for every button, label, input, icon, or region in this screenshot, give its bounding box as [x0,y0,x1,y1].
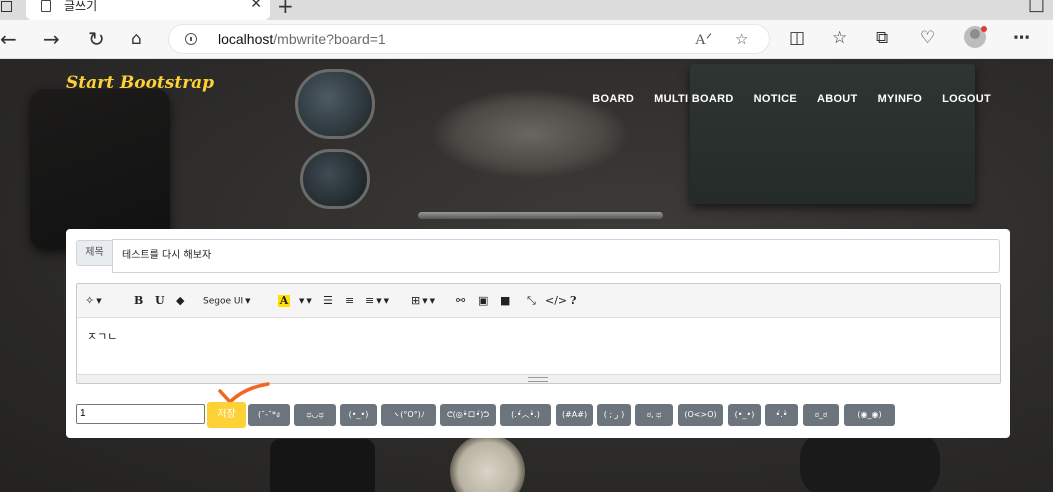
url-text[interactable]: localhost/mbwrite?board=1 [218,31,386,47]
background-watch [450,434,525,492]
background-sunglasses-lens [300,149,370,209]
emoticon-button[interactable]: •́.•̀ [765,404,798,426]
emoticon-button[interactable]: ヽ(°O°)ﾉ [381,404,436,426]
read-aloud-icon[interactable]: Aᐟ [695,30,712,49]
title-input[interactable]: 테스트를 다시 해보자 [112,239,1000,273]
style-icon[interactable]: ✧ ▼ [85,292,102,310]
emoticon-button[interactable]: (•_•) [728,404,761,426]
emoticon-button[interactable]: ಥ◡ಥ [294,404,336,426]
eraser-icon[interactable]: ◆ [176,292,184,310]
split-screen-icon[interactable]: ◫ [789,28,805,48]
window-menu-icon[interactable] [0,0,16,14]
background-pen [418,212,663,219]
collections-icon[interactable]: ⧉ [876,28,888,48]
paragraph-align-icon[interactable]: ≡ ▼ ▼ [365,292,389,310]
more-icon[interactable]: ⋯ [1013,28,1030,48]
code-view-icon[interactable]: </> [545,292,567,310]
favorites-icon[interactable]: ☆ [832,28,847,48]
menu-notice[interactable]: NOTICE [754,93,797,105]
window-close-icon[interactable]: □ [1028,0,1045,15]
browser-tab-bar: 글쓰기 ✕ + □ [0,0,1053,20]
unordered-list-icon[interactable]: ☰ [323,292,333,310]
favorite-icon[interactable]: ☆ [735,30,748,48]
address-bar[interactable]: localhost/mbwrite?board=1 Aᐟ ☆ [168,24,770,54]
menu-board[interactable]: BOARD [592,93,634,105]
background-headphones [800,429,940,492]
editor-toolbar: ✧ ▼ B U ◆ Segoe UI ▼ A ▼ ▼ ☰ ≡ ≡ ▼ ▼ ⊞ ▼ ▼ ⚯ ▣ … [77,284,1000,318]
emoticon-button[interactable]: ᕦ(◎•̀ロ•́)ᕤ [440,404,496,426]
submit-row: 1 저장 (˘-˘*ง ಥ◡ಥ (•_•) ヽ(°O°)ﾉ ᕦ(◎•̀ロ•́)ᕤ… [76,402,1006,428]
back-icon[interactable]: ← [0,27,17,51]
highlight-color-button[interactable]: A [278,292,290,310]
picture-icon[interactable]: ▣ [478,292,488,310]
font-name-select[interactable]: Segoe UI ▼ [203,292,251,310]
fullscreen-icon[interactable]: ⤡ [527,292,536,310]
board-number-input[interactable]: 1 [76,404,205,424]
menu-about[interactable]: ABOUT [817,93,858,105]
title-label: 제목 [76,240,113,266]
site-info-icon[interactable] [185,33,197,45]
emoticon-button[interactable]: (O<>O) [678,404,723,426]
video-icon[interactable]: ■ [500,292,510,310]
emoticon-button[interactable]: (˘-˘*ง [248,404,290,426]
home-icon[interactable]: ⌂ [131,27,142,51]
ordered-list-icon[interactable]: ≡ [345,292,354,310]
profile-notification-dot [981,26,987,32]
link-icon[interactable]: ⚯ [456,292,465,310]
background-wallet [30,89,170,249]
write-form-card: 제목 테스트를 다시 해보자 ✧ ▼ B U ◆ Segoe UI ▼ A ▼ ▼ ☰… [66,229,1010,438]
rich-text-editor: ✧ ▼ B U ◆ Segoe UI ▼ A ▼ ▼ ☰ ≡ ≡ ▼ ▼ ⊞ ▼ ▼ ⚯ ▣ … [76,283,1001,384]
forward-icon[interactable]: → [43,27,60,51]
emoticon-button[interactable]: ( ; ر ) [597,404,631,426]
menu-multi-board[interactable]: MULTI BOARD [654,93,733,105]
emoticon-button[interactable]: (◉_◉) [844,404,895,426]
color-dropdown-icon[interactable]: ▼ ▼ [297,292,312,310]
emoticon-button[interactable]: ಠ, ಥ [635,404,673,426]
help-button[interactable]: ? [570,292,576,310]
new-tab-button[interactable]: + [277,0,294,18]
table-icon[interactable]: ⊞ ▼ ▼ [411,292,435,310]
emoticon-button[interactable]: (.•́︿•̀.) [500,404,551,426]
performance-icon[interactable]: ♡ [920,28,935,48]
emoticon-button[interactable]: (#A#) [556,404,593,426]
background-sunglasses-lens [295,69,375,139]
background-notebook [690,64,975,204]
menu-myinfo[interactable]: MYINFO [878,93,923,105]
close-tab-icon[interactable]: ✕ [250,0,262,12]
title-row: 제목 테스트를 다시 해보자 [76,239,1000,273]
brand-logo[interactable]: Start Bootstrap [66,73,214,93]
menu-logout[interactable]: LOGOUT [942,93,991,105]
bold-button[interactable]: B [134,292,143,310]
save-button[interactable]: 저장 [207,402,246,428]
emoticon-button[interactable]: (•_•) [340,404,377,426]
background-phone [270,439,375,492]
emoticon-button[interactable]: ಠ_ಠ [803,404,839,426]
tab-title: 글쓰기 [64,0,98,13]
browser-tab[interactable]: 글쓰기 ✕ [26,0,270,20]
editor-content[interactable]: ㅈㄱㄴ [87,328,117,344]
browser-toolbar: ← → ↻ ⌂ localhost/mbwrite?board=1 Aᐟ ☆ ◫… [0,20,1053,59]
main-menu: BOARD MULTI BOARD NOTICE ABOUT MYINFO LO… [592,93,991,105]
refresh-icon[interactable]: ↻ [88,27,105,51]
underline-button[interactable]: U [155,292,165,310]
page-icon [41,0,51,12]
